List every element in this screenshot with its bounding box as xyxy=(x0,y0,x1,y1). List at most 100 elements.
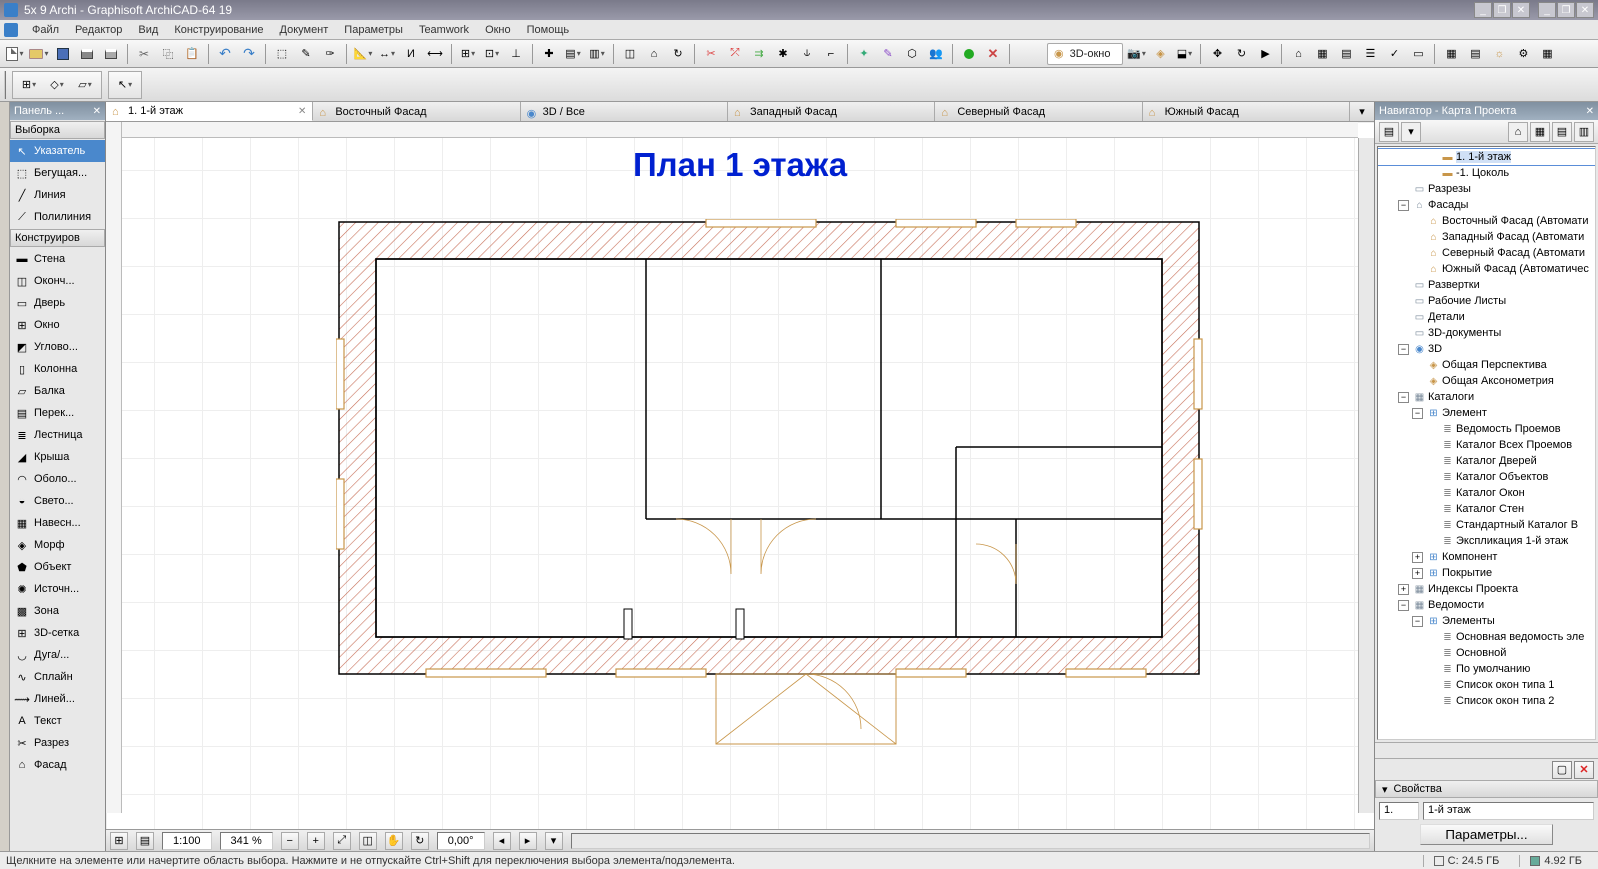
angle-display[interactable]: 0,00° xyxy=(437,832,485,850)
tree-item[interactable]: ⌂Западный Фасад (Автомати xyxy=(1378,229,1595,245)
snap1-button[interactable]: ⊞▾ xyxy=(457,43,479,65)
tree-item[interactable]: +⊞Компонент xyxy=(1378,549,1595,565)
tool-marquee[interactable]: ⬚Бегущая... xyxy=(10,162,105,184)
cursor-mode-button[interactable]: ↖▾ xyxy=(113,74,137,96)
3d-window-button[interactable]: ◉ 3D-окно xyxy=(1047,43,1123,65)
zoom-in-button[interactable]: + xyxy=(307,832,325,850)
qo-delete-button[interactable]: ✕ xyxy=(1574,761,1594,779)
tree-item[interactable]: ≣Стандартный Каталог В xyxy=(1378,517,1595,533)
tree-item[interactable]: −⊞Элементы xyxy=(1378,613,1595,629)
extra1-button[interactable]: ◫ xyxy=(619,43,641,65)
tool-wall[interactable]: ▬Стена xyxy=(10,248,105,270)
section-tool-button[interactable]: ▥▾ xyxy=(586,43,608,65)
explode-button[interactable]: ✱ xyxy=(772,43,794,65)
vertical-scrollbar[interactable] xyxy=(1358,138,1374,813)
left-dock-handle[interactable] xyxy=(0,102,10,851)
layout1-button[interactable]: ▦ xyxy=(1440,43,1462,65)
tree-item[interactable]: ≣Каталог Объектов xyxy=(1378,469,1595,485)
zoom-window-button[interactable]: ◫ xyxy=(359,832,377,850)
nav-layout-button[interactable]: ▤ xyxy=(1552,122,1572,142)
tree-item[interactable]: ≣Каталог Всех Проемов xyxy=(1378,437,1595,453)
fillet-button[interactable]: ⌐ xyxy=(820,43,842,65)
tool-section[interactable]: ✂Разрез xyxy=(10,732,105,754)
layout5-button[interactable]: ▦ xyxy=(1536,43,1558,65)
pan-button[interactable]: ✋ xyxy=(385,832,403,850)
tree-item[interactable]: ≣Каталог Окон xyxy=(1378,485,1595,501)
view-list-button[interactable]: ▾ xyxy=(545,832,563,850)
view1-button[interactable]: ▦ xyxy=(1311,43,1333,65)
doc-minimize-button[interactable]: _ xyxy=(1538,2,1556,18)
tree-expander[interactable]: − xyxy=(1398,344,1409,355)
tool-roof[interactable]: ◢Крыша xyxy=(10,446,105,468)
nav-view-button[interactable]: ▦ xyxy=(1530,122,1550,142)
tree-expander[interactable]: + xyxy=(1412,552,1423,563)
print-button[interactable] xyxy=(76,43,98,65)
menu-вид[interactable]: Вид xyxy=(130,22,166,38)
zoom-out-button[interactable]: − xyxy=(281,832,299,850)
tab-close[interactable]: ✕ xyxy=(298,106,306,117)
tree-expander[interactable]: + xyxy=(1412,568,1423,579)
prop-index-field[interactable]: 1. xyxy=(1379,802,1419,820)
cancel-tb-button[interactable]: ✕ xyxy=(982,43,1004,65)
tree-item[interactable]: ⌂Северный Фасад (Автомати xyxy=(1378,245,1595,261)
tree-expander[interactable]: − xyxy=(1398,600,1409,611)
tree-item[interactable]: ≣Ведомость Проемов xyxy=(1378,421,1595,437)
tool-beam[interactable]: ▭Дверь xyxy=(10,292,105,314)
tree-item[interactable]: ≣Список окон типа 1 xyxy=(1378,677,1595,693)
tree-item[interactable]: ≣Каталог Стен xyxy=(1378,501,1595,517)
menu-teamwork[interactable]: Teamwork xyxy=(411,22,477,38)
horizontal-scrollbar[interactable] xyxy=(571,833,1370,849)
tool-panel-close[interactable]: ✕ xyxy=(93,106,101,117)
rotate-view-button[interactable]: ↻ xyxy=(411,832,429,850)
tree-item[interactable]: −▦Ведомости xyxy=(1378,597,1595,613)
save-button[interactable] xyxy=(52,43,74,65)
eyedrop-button[interactable]: ✑ xyxy=(319,43,341,65)
tree-expander[interactable]: − xyxy=(1412,616,1423,627)
collab-button[interactable]: 👥 xyxy=(925,43,947,65)
tool-morph[interactable]: ◈Морф xyxy=(10,534,105,556)
nav-project-button[interactable]: ⌂ xyxy=(1508,122,1528,142)
dim-button[interactable]: ⟷ xyxy=(424,43,446,65)
tree-item[interactable]: −⌂Фасады xyxy=(1378,197,1595,213)
snap-point-button[interactable]: ▱▾ xyxy=(73,74,97,96)
next-view-button[interactable]: ▸ xyxy=(519,832,537,850)
wand-button[interactable]: ✎ xyxy=(295,43,317,65)
doc-restore-button[interactable]: ❐ xyxy=(1557,2,1575,18)
tree-item[interactable]: ◈Общая Перспектива xyxy=(1378,357,1595,373)
construct-section-header[interactable]: Конструиров xyxy=(10,229,105,247)
tool-shell[interactable]: ◠Оболо... xyxy=(10,468,105,490)
split-button[interactable]: ✚ xyxy=(538,43,560,65)
layout4-button[interactable]: ⚙ xyxy=(1512,43,1534,65)
measure-button[interactable]: ↔▾ xyxy=(376,43,398,65)
gravity-button[interactable]: ⊥ xyxy=(505,43,527,65)
tool-mesh[interactable]: ⊞3D-сетка xyxy=(10,622,105,644)
layout2-button[interactable]: ▤ xyxy=(1464,43,1486,65)
extra2-button[interactable]: ⌂ xyxy=(643,43,665,65)
menu-окно[interactable]: Окно xyxy=(477,22,519,38)
tool-column-end[interactable]: ◫Оконч... xyxy=(10,270,105,292)
tool-cursor[interactable]: ↖Указатель xyxy=(10,140,105,162)
tab-3d-/-все[interactable]: ◉3D / Все xyxy=(521,102,728,121)
offset-button[interactable]: ⇉ xyxy=(748,43,770,65)
tree-item[interactable]: ≣Основная ведомость эле xyxy=(1378,629,1595,645)
zoom-extents-button[interactable]: ⤢ xyxy=(333,832,351,850)
snap-grid-button[interactable]: ⊞▾ xyxy=(17,74,41,96)
n-tool-button[interactable]: И xyxy=(400,43,422,65)
menu-параметры[interactable]: Параметры xyxy=(336,22,411,38)
prev-view-button[interactable]: ◂ xyxy=(493,832,511,850)
properties-header[interactable]: ▾Свойства xyxy=(1375,780,1598,798)
tool-corner[interactable]: ◩Углово... xyxy=(10,336,105,358)
nav-mode2-button[interactable]: ▾ xyxy=(1401,122,1421,142)
tool-column[interactable]: ▯Колонна xyxy=(10,358,105,380)
tool-lamp[interactable]: ✺Источн... xyxy=(10,578,105,600)
tree-item[interactable]: ▭Развертки xyxy=(1378,277,1595,293)
tool-slab2[interactable]: ▤Перек... xyxy=(10,402,105,424)
nav-mode1-button[interactable]: ▤ xyxy=(1379,122,1399,142)
extend-button[interactable]: ⤱ xyxy=(724,43,746,65)
selection-section-header[interactable]: Выборка xyxy=(10,121,105,139)
tool-skylight[interactable]: ◒Свето... xyxy=(10,490,105,512)
doc-close-button[interactable]: ✕ xyxy=(1576,2,1594,18)
floor-plan-drawing[interactable] xyxy=(336,219,1216,779)
tool-text[interactable]: AТекст xyxy=(10,710,105,732)
menu-конструирование[interactable]: Конструирование xyxy=(166,22,271,38)
